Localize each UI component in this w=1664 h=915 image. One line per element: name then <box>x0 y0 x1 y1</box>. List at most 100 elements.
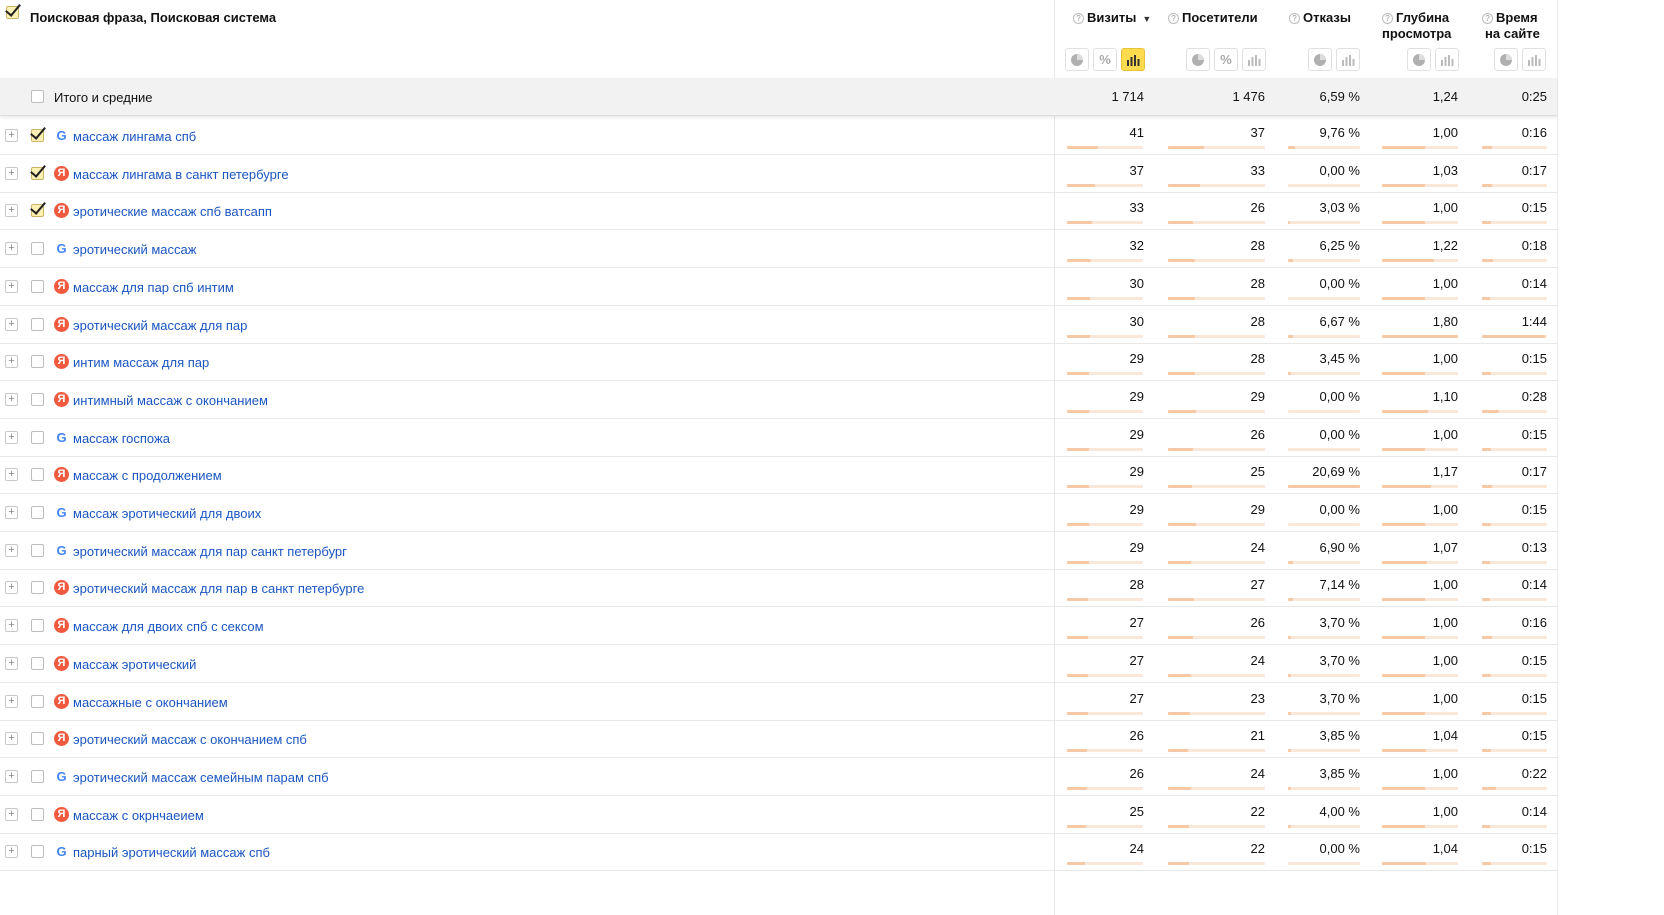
table-row[interactable]: + Ямассаж для двоих спб с сексом 27 26 3,70 … <box>0 607 1557 646</box>
row-checkbox[interactable] <box>31 279 44 293</box>
table-row[interactable]: + Gэротический массаж 32 28 6,25 % 1,22 0:18 <box>0 230 1557 269</box>
expand-row-icon[interactable]: + <box>5 845 18 859</box>
search-phrase-link[interactable]: интим массаж для пар <box>73 355 209 370</box>
expand-row-icon[interactable]: + <box>5 468 18 482</box>
search-phrase-link[interactable]: массаж с окрнчаеием <box>73 808 204 823</box>
table-row[interactable]: + Ямассаж с окрнчаеием 25 22 4,00 % 1,00 0:14 <box>0 796 1557 834</box>
table-row[interactable]: + Яинтим массаж для пар 29 28 3,45 % 1,00 0:15 <box>0 343 1557 382</box>
column-header-bounce[interactable]: ? Отказы <box>1289 10 1351 26</box>
search-phrase-link[interactable]: массаж с продолжением <box>73 468 222 483</box>
bar-chart-button[interactable] <box>1522 48 1546 71</box>
search-phrase-link[interactable]: эротические массаж спб ватсапп <box>73 204 272 219</box>
expand-row-icon[interactable]: + <box>5 279 18 293</box>
table-row[interactable]: + Gэротический массаж семейным парам спб 2… <box>0 758 1557 796</box>
percent-button[interactable]: % <box>1093 48 1117 71</box>
search-phrase-link[interactable]: массаж для пар спб интим <box>73 280 234 295</box>
row-checkbox[interactable] <box>31 694 44 708</box>
row-checkbox[interactable] <box>31 769 44 783</box>
search-phrase-link[interactable]: эротический массаж для пар <box>73 318 247 333</box>
expand-row-icon[interactable]: + <box>5 694 18 708</box>
expand-row-icon[interactable]: + <box>5 807 18 821</box>
pie-chart-button[interactable] <box>1494 48 1518 71</box>
expand-row-icon[interactable]: + <box>5 581 18 595</box>
search-phrase-link[interactable]: массаж для двоих спб с сексом <box>73 619 264 634</box>
row-checkbox[interactable] <box>31 166 44 180</box>
row-checkbox[interactable] <box>31 656 44 670</box>
bar-chart-button[interactable] <box>1435 48 1459 71</box>
help-icon[interactable]: ? <box>1482 13 1493 24</box>
search-phrase-link[interactable]: эротический массаж для пар санкт петербу… <box>73 544 347 559</box>
search-phrase-link[interactable]: интимный массаж с окончанием <box>73 393 268 408</box>
pie-chart-button[interactable] <box>1065 48 1089 71</box>
search-phrase-link[interactable]: эротический массаж <box>73 242 196 257</box>
table-row[interactable]: + Ямассаж для пар спб интим 30 28 0,00 % 1,00… <box>0 268 1557 306</box>
row-checkbox[interactable] <box>31 506 44 519</box>
help-icon[interactable]: ? <box>1073 13 1084 24</box>
table-row[interactable]: + Ямассажные с окончанием 27 23 3,70 % 1,00 0:… <box>0 683 1557 721</box>
column-header-time[interactable]: ? Время на сайте <box>1482 10 1540 42</box>
row-checkbox[interactable] <box>31 468 44 482</box>
expand-row-icon[interactable]: + <box>5 355 18 369</box>
table-row[interactable]: + Ямассаж лингама в санкт петербурге 37 33 0… <box>0 155 1557 193</box>
search-phrase-link[interactable]: массаж эротический для двоих <box>73 506 261 521</box>
search-phrase-link[interactable]: массаж лингама спб <box>73 129 196 144</box>
expand-row-icon[interactable]: + <box>5 506 18 519</box>
search-phrase-link[interactable]: парный эротический массаж спб <box>73 845 270 860</box>
totals-checkbox[interactable] <box>31 90 44 103</box>
search-phrase-link[interactable]: массаж госпожа <box>73 431 170 446</box>
table-row[interactable]: + Ямассаж с продолжением 29 25 20,69 % 1,17 0:… <box>0 456 1557 495</box>
table-row[interactable]: + Яинтимный массаж с окончанием 29 29 0,00 %… <box>0 381 1557 419</box>
expand-row-icon[interactable]: + <box>5 392 18 406</box>
expand-row-icon[interactable]: + <box>5 317 18 331</box>
expand-row-icon[interactable]: + <box>5 656 18 670</box>
select-all-checkbox[interactable] <box>6 6 19 19</box>
pie-chart-button[interactable] <box>1186 48 1210 71</box>
table-row[interactable]: + Gмассаж эротический для двоих 29 29 0,00 %… <box>0 494 1557 532</box>
expand-row-icon[interactable]: + <box>5 430 18 444</box>
table-row[interactable]: + Яэротический массаж для пар в санкт пет… <box>0 569 1557 608</box>
expand-row-icon[interactable]: + <box>5 129 18 142</box>
row-checkbox[interactable] <box>31 204 44 218</box>
search-phrase-link[interactable]: эротический массаж для пар в санкт петер… <box>73 581 364 596</box>
help-icon[interactable]: ? <box>1382 13 1393 24</box>
bar-chart-button[interactable] <box>1242 48 1266 71</box>
expand-row-icon[interactable]: + <box>5 242 18 256</box>
table-row[interactable]: + Gмассаж госпожа 29 26 0,00 % 1,00 0:15 <box>0 419 1557 457</box>
bar-chart-button[interactable] <box>1336 48 1360 71</box>
row-checkbox[interactable] <box>31 807 44 821</box>
dimension-title[interactable]: Поисковая фраза, Поисковая система <box>30 10 276 25</box>
column-header-visits[interactable]: ? Визиты ▼ <box>1073 10 1151 27</box>
table-row[interactable]: + Gпарный эротический массаж спб 24 22 0,00 … <box>0 833 1557 872</box>
expand-row-icon[interactable]: + <box>5 166 18 180</box>
table-row[interactable]: + Яэротические массаж спб ватсапп 33 26 3,03… <box>0 192 1557 231</box>
pie-chart-button[interactable] <box>1308 48 1332 71</box>
search-phrase-link[interactable]: массаж лингама в санкт петербурге <box>73 167 289 182</box>
search-phrase-link[interactable]: эротический массаж с окончанием спб <box>73 732 307 747</box>
column-header-visitors[interactable]: ? Посетители <box>1168 10 1258 26</box>
expand-row-icon[interactable]: + <box>5 732 18 746</box>
table-row[interactable]: + Ямассаж эротический 27 24 3,70 % 1,00 0:15 <box>0 645 1557 683</box>
table-row[interactable]: + Gмассаж лингама спб 41 37 9,76 % 1,00 0:16 <box>0 117 1557 155</box>
bar-chart-button[interactable] <box>1121 48 1145 71</box>
row-checkbox[interactable] <box>31 317 44 331</box>
search-phrase-link[interactable]: эротический массаж семейным парам спб <box>73 770 329 785</box>
column-header-depth[interactable]: ? Глубина просмотра <box>1382 10 1451 42</box>
row-checkbox[interactable] <box>31 355 44 369</box>
table-row[interactable]: + Яэротический массаж с окончанием спб 26 2… <box>0 720 1557 759</box>
table-row[interactable]: + Gэротический массаж для пар санкт петер… <box>0 532 1557 570</box>
help-icon[interactable]: ? <box>1168 13 1179 24</box>
row-checkbox[interactable] <box>31 619 44 633</box>
expand-row-icon[interactable]: + <box>5 204 18 218</box>
row-checkbox[interactable] <box>31 581 44 595</box>
table-row[interactable]: + Яэротический массаж для пар 30 28 6,67 % 1,… <box>0 306 1557 344</box>
expand-row-icon[interactable]: + <box>5 619 18 633</box>
row-checkbox[interactable] <box>31 845 44 859</box>
help-icon[interactable]: ? <box>1289 13 1300 24</box>
percent-button[interactable]: % <box>1214 48 1238 71</box>
row-checkbox[interactable] <box>31 242 44 256</box>
row-checkbox[interactable] <box>31 430 44 444</box>
search-phrase-link[interactable]: массажные с окончанием <box>73 695 228 710</box>
pie-chart-button[interactable] <box>1407 48 1431 71</box>
row-checkbox[interactable] <box>31 392 44 406</box>
row-checkbox[interactable] <box>31 543 44 557</box>
